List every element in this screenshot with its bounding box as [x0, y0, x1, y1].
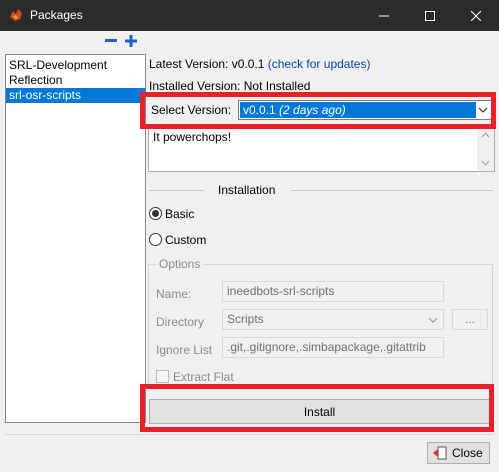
close-icon	[471, 10, 481, 21]
close-button-label: Close	[452, 446, 483, 460]
installed-version-label: Installed Version: Not Installed	[149, 79, 311, 93]
window-title: Packages	[30, 8, 83, 22]
simba-app-icon	[10, 9, 22, 21]
directory-select[interactable]: Scripts	[222, 309, 444, 330]
installation-title: Installation	[218, 183, 276, 197]
package-item-reflection[interactable]: Reflection	[6, 73, 145, 88]
version-select[interactable]: v0.0.1 (2 days ago)	[238, 100, 492, 120]
close-door-icon	[433, 446, 447, 460]
ignore-list-field[interactable]: .git,.gitignore,.simbapackage,.gitattrib	[222, 337, 444, 358]
latest-version-label: Latest Version: v0.0.1	[149, 57, 265, 71]
scroll-down-icon	[481, 160, 490, 166]
directory-label: Directory	[156, 315, 205, 329]
chevron-down-icon	[478, 107, 488, 113]
custom-label[interactable]: Custom	[165, 233, 206, 247]
basic-radio[interactable]	[149, 207, 162, 220]
remove-package-icon[interactable]	[104, 34, 118, 48]
minimize-icon	[379, 15, 389, 16]
package-item-srl-development[interactable]: SRL-Development	[6, 58, 145, 73]
minimize-button[interactable]	[361, 0, 407, 31]
check-for-updates-link[interactable]: (check for updates)	[268, 57, 371, 71]
extract-flat-label[interactable]: Extract Flat	[173, 370, 234, 384]
ignore-list-label: Ignore List	[156, 343, 213, 357]
options-title: Options	[156, 257, 204, 271]
browse-directory-button[interactable]: ...	[452, 309, 488, 330]
maximize-button[interactable]	[407, 0, 453, 31]
add-package-icon[interactable]	[124, 34, 138, 48]
version-number: v0.0.1	[243, 103, 276, 117]
install-button[interactable]: Install	[149, 399, 490, 424]
custom-radio[interactable]	[149, 233, 162, 246]
description-scrollbar[interactable]	[477, 127, 494, 171]
latest-version-row: Latest Version: v0.0.1 (check for update…	[149, 57, 370, 71]
extract-flat-checkbox[interactable]	[156, 370, 169, 383]
package-item-srl-osr-scripts[interactable]: srl-osr-scripts	[6, 88, 145, 103]
directory-value: Scripts	[227, 312, 264, 326]
maximize-icon	[425, 10, 435, 21]
basic-label[interactable]: Basic	[165, 207, 194, 221]
bottom-separator	[5, 434, 494, 435]
title-bar: Packages	[0, 0, 499, 31]
close-window-button[interactable]	[453, 0, 499, 31]
version-age: (2 days ago)	[279, 103, 346, 117]
name-label: Name:	[156, 287, 192, 301]
description-text: It powerchops!	[153, 130, 232, 144]
description-box[interactable]: It powerchops!	[148, 126, 495, 172]
installation-separator-right	[291, 190, 493, 191]
version-select-value: v0.0.1 (2 days ago)	[240, 102, 476, 118]
chevron-down-icon	[428, 317, 438, 323]
close-button[interactable]: Close	[427, 442, 490, 464]
select-version-label: Select Version:	[151, 103, 232, 117]
name-field[interactable]: ineedbots-srl-scripts	[222, 281, 444, 302]
installation-separator-left	[149, 190, 204, 191]
scroll-up-icon	[481, 132, 490, 138]
package-list[interactable]: SRL-Development Reflection srl-osr-scrip…	[5, 54, 146, 423]
